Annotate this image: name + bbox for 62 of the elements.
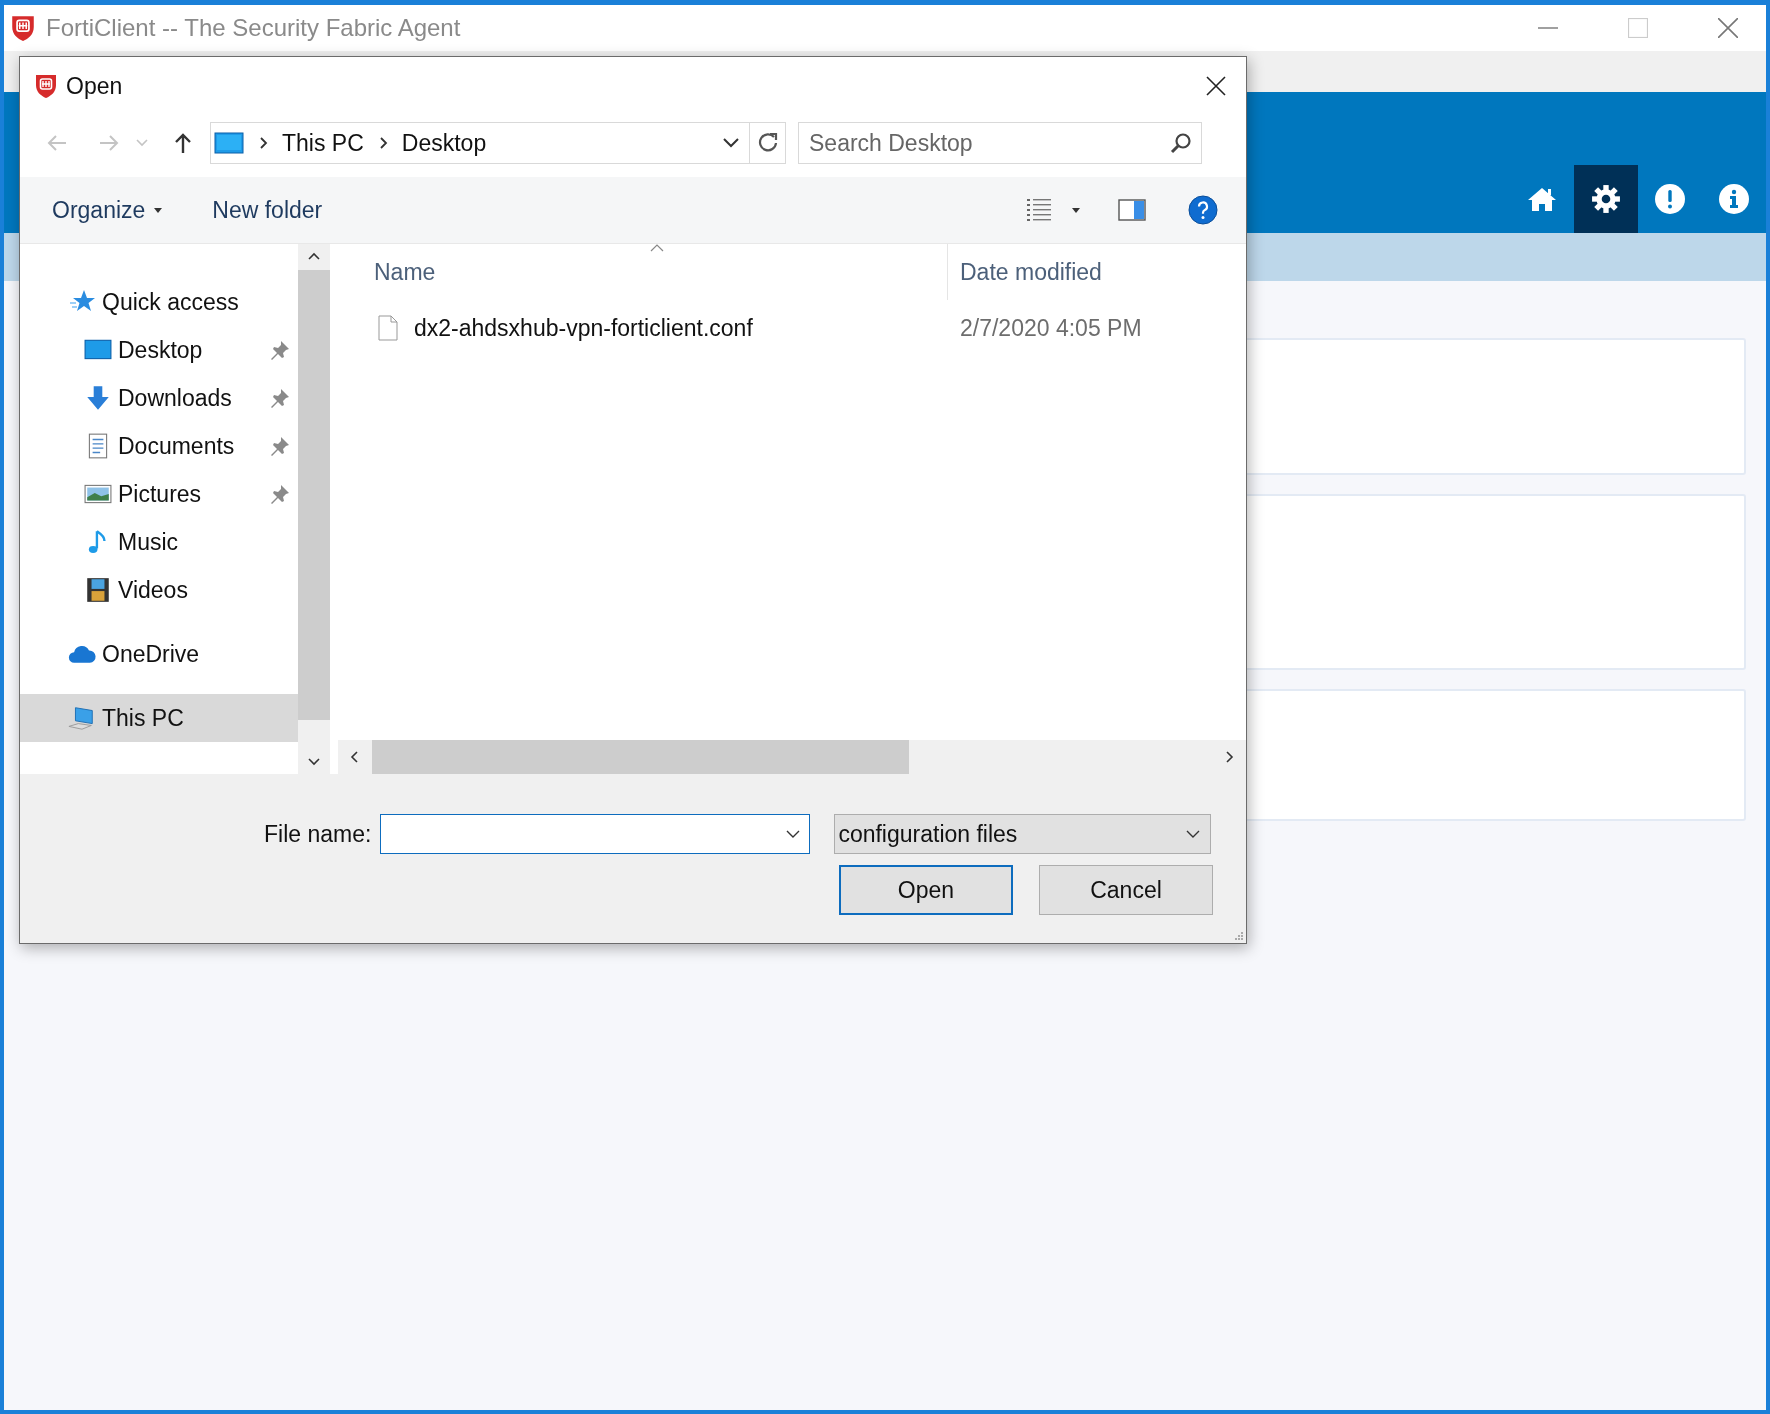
search-field[interactable]: Search Desktop bbox=[798, 122, 1202, 164]
dropdown-caret-icon[interactable] bbox=[786, 830, 801, 838]
settings-icon bbox=[1591, 184, 1621, 214]
chevron-right-icon bbox=[379, 137, 388, 149]
pin-icon[interactable] bbox=[270, 340, 290, 360]
toolbar-button[interactable]: Organize bbox=[38, 188, 177, 232]
settings-button[interactable] bbox=[1574, 165, 1638, 233]
breadcrumb-item[interactable]: This PC bbox=[282, 129, 364, 157]
preview-pane-icon[interactable] bbox=[1118, 199, 1146, 221]
file-name[interactable]: dx2-ahdsxhub-vpn-forticlient.conf bbox=[414, 314, 753, 342]
shield-logo-icon bbox=[34, 72, 58, 100]
column-header[interactable]: Name bbox=[338, 244, 948, 300]
nav-item[interactable]: Quick access bbox=[20, 278, 298, 326]
address-bar[interactable]: This PC Desktop bbox=[210, 122, 750, 164]
toolbar-button[interactable]: New folder bbox=[198, 188, 337, 232]
nav-item[interactable]: Documents bbox=[20, 422, 298, 470]
list-view-icon[interactable] bbox=[1026, 198, 1052, 222]
refresh-button[interactable] bbox=[750, 122, 786, 164]
dialog-title: Open bbox=[66, 72, 123, 100]
pin-icon[interactable] bbox=[270, 484, 290, 504]
sort-ascending-icon bbox=[650, 244, 664, 252]
vertical-scrollbar[interactable] bbox=[298, 244, 330, 774]
nav-item[interactable]: OneDrive bbox=[20, 630, 298, 678]
breadcrumb-item[interactable]: Desktop bbox=[401, 129, 487, 157]
nav-item[interactable]: Music bbox=[20, 518, 298, 566]
nav-item[interactable]: Pictures bbox=[20, 470, 298, 518]
dropdown-caret-icon bbox=[1186, 830, 1201, 838]
scroll-right-icon[interactable] bbox=[1226, 751, 1234, 763]
cancel-button[interactable]: Cancel bbox=[1039, 865, 1213, 915]
nav-item[interactable]: Videos bbox=[20, 566, 298, 614]
nav-item[interactable]: Desktop bbox=[20, 326, 298, 374]
film-icon bbox=[84, 577, 112, 603]
computer-icon bbox=[68, 705, 96, 731]
shield-logo-icon bbox=[10, 14, 36, 42]
file-icon bbox=[378, 315, 398, 341]
chevron-right-icon bbox=[260, 137, 268, 149]
window-title: FortiClient -- The Security Fabric Agent bbox=[46, 14, 461, 42]
file-name-field[interactable] bbox=[380, 814, 811, 854]
open-button[interactable]: Open bbox=[839, 865, 1013, 915]
close-button[interactable] bbox=[1206, 76, 1226, 96]
horizontal-scrollbar[interactable] bbox=[338, 740, 1246, 774]
resize-grip-icon[interactable] bbox=[1232, 929, 1244, 941]
caret-icon[interactable] bbox=[1072, 207, 1080, 213]
file-date: 2/7/2020 4:05 PM bbox=[959, 314, 1142, 342]
scroll-up-icon[interactable] bbox=[308, 252, 320, 260]
pin-icon[interactable] bbox=[270, 388, 290, 408]
caret-icon bbox=[154, 207, 163, 213]
nav-item[interactable]: Downloads bbox=[20, 374, 298, 422]
file-name-label: File name: bbox=[264, 820, 372, 848]
pin-icon[interactable] bbox=[270, 436, 290, 456]
help-icon[interactable] bbox=[1188, 195, 1218, 225]
dropdown-caret-icon[interactable] bbox=[723, 138, 739, 148]
monitor-icon bbox=[214, 132, 244, 154]
search-icon bbox=[1170, 132, 1192, 154]
refresh-icon bbox=[756, 132, 779, 154]
scroll-left-icon[interactable] bbox=[350, 751, 358, 763]
info-icon bbox=[1719, 184, 1749, 214]
column-header[interactable]: Date modified bbox=[948, 258, 1102, 286]
file-type-dropdown[interactable]: configuration files bbox=[834, 814, 1212, 854]
alert-icon bbox=[1655, 184, 1685, 214]
scroll-down-icon[interactable] bbox=[308, 758, 320, 766]
nav-item[interactable]: This PC bbox=[20, 694, 298, 742]
